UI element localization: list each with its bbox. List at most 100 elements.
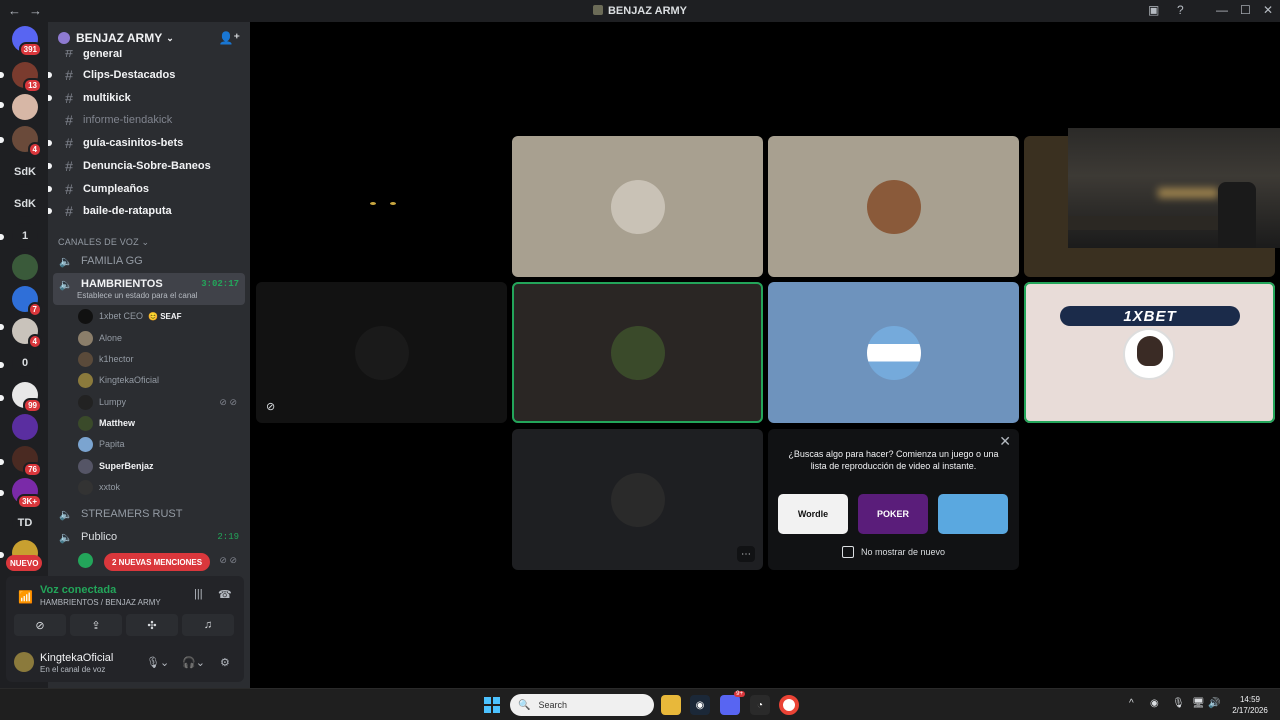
activities-button[interactable]: ✣: [126, 614, 178, 636]
maximize-button[interactable]: ☐: [1240, 3, 1251, 17]
app-icon[interactable]: ◔: [750, 695, 770, 715]
voice-user[interactable]: Matthew: [78, 413, 243, 433]
gear-icon[interactable]: ⚙: [220, 656, 230, 669]
voice-stage: ⊘ 1XBET ⋯ ✕ ¿Buscas algo para hacer? Com…: [250, 22, 1280, 688]
text-channel[interactable]: # baile-de-rataputa: [48, 201, 245, 221]
add-user-icon[interactable]: 👤⁺: [219, 31, 240, 45]
text-channel[interactable]: # general: [53, 50, 245, 60]
activity-poker[interactable]: POKER: [858, 494, 928, 534]
microphone-tray-icon[interactable]: 🎙: [1172, 698, 1185, 709]
hash-icon: #: [65, 158, 73, 174]
new-mentions-pill[interactable]: 2 NUEVAS MENCIONES: [104, 553, 211, 571]
channel-status[interactable]: Establece un estado para el canal: [77, 291, 198, 300]
more-options-icon[interactable]: ⋯: [737, 546, 755, 562]
avatar: [78, 458, 93, 474]
steam-tray-icon[interactable]: ◉: [1150, 698, 1159, 709]
speaker-icon: 🔈: [59, 279, 73, 291]
voice-channel-publico[interactable]: 🔈 Publico 2:19: [53, 527, 245, 547]
network-icon[interactable]: 🖥: [1192, 698, 1205, 709]
voice-user[interactable]: Alone: [78, 328, 243, 348]
server-icon[interactable]: [12, 94, 38, 120]
participant-tile[interactable]: ⋯: [512, 429, 763, 570]
server-icon[interactable]: 0: [12, 350, 38, 376]
voice-channel-path[interactable]: HAMBRIENTOS / BENJAZ ARMY: [40, 598, 161, 607]
file-explorer-icon[interactable]: [661, 695, 681, 715]
noise-suppression-icon[interactable]: |||: [194, 588, 203, 600]
share-screen-button[interactable]: ⇪: [70, 614, 122, 636]
server-icon[interactable]: SdK: [12, 159, 38, 185]
server-icon[interactable]: 4: [12, 126, 42, 157]
activity-wordle[interactable]: Wordle: [778, 494, 848, 534]
unread-indicator: [0, 324, 4, 330]
help-icon[interactable]: ?: [1177, 3, 1184, 17]
voice-user[interactable]: 1xbet CEO 😊 SEAF: [78, 306, 243, 326]
camera-button[interactable]: ⊘: [14, 614, 66, 636]
server-icon[interactable]: SdK: [12, 191, 38, 217]
user-name[interactable]: KingtekaOficial: [40, 652, 113, 664]
signal-icon[interactable]: 📶: [18, 590, 33, 604]
voice-status[interactable]: Voz conectada: [40, 584, 116, 596]
server-icon[interactable]: TD: [12, 510, 38, 536]
server-icon[interactable]: 99: [12, 382, 42, 413]
activity-game[interactable]: [938, 494, 1008, 534]
minimize-button[interactable]: —: [1216, 3, 1228, 17]
text-channel[interactable]: # informe-tiendakick: [53, 110, 245, 130]
server-icon[interactable]: [12, 254, 38, 280]
voice-user[interactable]: xxtok: [78, 477, 243, 497]
voice-user[interactable]: Papita: [78, 434, 243, 454]
voice-channel-streamers[interactable]: 🔈 STREAMERS RUST: [53, 504, 245, 524]
voice-user[interactable]: KingtekaOficial: [78, 370, 243, 390]
participant-tile[interactable]: 1XBET: [1024, 282, 1275, 423]
channel-name: guía-casinitos-bets: [83, 137, 184, 149]
soundboard-button[interactable]: ♫: [182, 614, 234, 636]
text-channel[interactable]: # Denuncia-Sobre-Baneos: [48, 156, 245, 176]
new-badge[interactable]: NUEVO: [6, 555, 43, 571]
chrome-icon[interactable]: [779, 695, 799, 715]
server-icon[interactable]: 76: [12, 446, 42, 477]
text-channel[interactable]: # Cumpleaños: [48, 179, 245, 199]
voice-category-header[interactable]: CANALES DE VOZ ⌄: [58, 237, 149, 248]
unread-indicator: [0, 102, 4, 108]
dont-show-checkbox[interactable]: [842, 546, 854, 558]
text-channel[interactable]: # Clips-Destacados: [48, 65, 245, 85]
chevron-up-icon[interactable]: ^: [1129, 698, 1134, 709]
server-icon[interactable]: 391: [12, 26, 42, 57]
user-tag: 😊 SEAF: [148, 311, 182, 321]
steam-icon[interactable]: ◉: [690, 695, 710, 715]
stream-image: [1068, 216, 1218, 230]
headphones-icon[interactable]: 🎧⌄: [182, 656, 205, 669]
search-input[interactable]: 🔍 Search: [510, 694, 654, 716]
voice-channel-hambrientos[interactable]: 🔈 HAMBRIENTOS 3:02:17 Establece un estado…: [53, 273, 245, 305]
server-icon[interactable]: 13: [12, 62, 42, 93]
windows-start-icon[interactable]: [484, 697, 500, 713]
participant-tile[interactable]: ⊘: [256, 282, 507, 423]
avatar: [78, 330, 93, 346]
server-icon[interactable]: [12, 414, 38, 440]
server-icon[interactable]: 4: [12, 318, 42, 349]
volume-icon[interactable]: 🔊: [1208, 698, 1220, 709]
close-button[interactable]: ✕: [1263, 3, 1273, 17]
avatar: [78, 351, 93, 367]
server-icon[interactable]: 3K+: [12, 478, 42, 509]
server-icon[interactable]: 7: [12, 286, 42, 317]
participant-tile[interactable]: [256, 136, 507, 277]
system-clock[interactable]: 14:59 2/17/2026: [1226, 694, 1274, 716]
inbox-icon[interactable]: ▣: [1148, 3, 1159, 17]
participant-tile[interactable]: [768, 136, 1019, 277]
voice-user[interactable]: SuperBenjaz: [78, 456, 243, 476]
discord-icon[interactable]: 9+: [720, 691, 745, 715]
server-icon[interactable]: 1: [12, 223, 38, 249]
disconnect-icon[interactable]: ☎: [218, 588, 232, 601]
participant-tile[interactable]: [512, 282, 763, 423]
participant-tile[interactable]: [768, 282, 1019, 423]
participant-tile[interactable]: [512, 136, 763, 277]
text-channel[interactable]: # multikick: [48, 88, 245, 108]
text-channel[interactable]: # guía-casinitos-bets: [48, 133, 245, 153]
voice-user[interactable]: Lumpy ⊘ ⊘: [78, 392, 243, 412]
avatar: [1123, 328, 1175, 380]
voice-user[interactable]: k1hector: [78, 349, 243, 369]
screen-share-preview[interactable]: [1068, 128, 1280, 248]
voice-channel-familia[interactable]: 🔈 FAMILIA GG: [53, 251, 245, 271]
avatar[interactable]: [14, 652, 34, 672]
microphone-icon[interactable]: 🎙⌄: [146, 656, 169, 669]
